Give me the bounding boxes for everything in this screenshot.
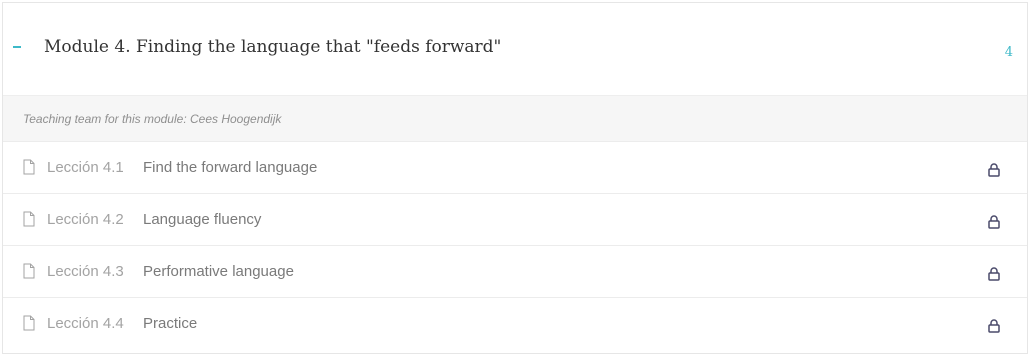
module-header[interactable]: Module 4. Finding the language that "fee…	[3, 3, 1027, 96]
lesson-item-4-3[interactable]: Lección 4.3 Performative language	[3, 246, 1027, 298]
module-section: Module 4. Finding the language that "fee…	[2, 2, 1028, 354]
document-icon	[23, 263, 35, 279]
lesson-title[interactable]: Performative language	[143, 263, 294, 280]
document-icon	[23, 159, 35, 175]
lesson-title[interactable]: Find the forward language	[143, 159, 317, 176]
module-title: Module 4. Finding the language that "fee…	[44, 37, 502, 57]
lesson-number: Lección 4.3	[47, 263, 124, 280]
lesson-number: Lección 4.1	[47, 159, 124, 176]
lock-icon	[988, 163, 1000, 177]
lesson-number: Lección 4.4	[47, 315, 124, 332]
lock-icon	[988, 267, 1000, 281]
lock-icon	[988, 215, 1000, 229]
lesson-number: Lección 4.2	[47, 211, 124, 228]
document-icon	[23, 211, 35, 227]
lesson-item-4-1[interactable]: Lección 4.1 Find the forward language	[3, 142, 1027, 194]
lesson-item-4-2[interactable]: Lección 4.2 Language fluency	[3, 194, 1027, 246]
lesson-title[interactable]: Language fluency	[143, 211, 261, 228]
collapse-toggle-icon[interactable]	[13, 46, 21, 48]
lesson-item-4-4[interactable]: Lección 4.4 Practice	[3, 298, 1027, 350]
module-description: Teaching team for this module: Cees Hoog…	[3, 96, 1027, 142]
lock-icon	[988, 319, 1000, 333]
lesson-title[interactable]: Practice	[143, 315, 197, 332]
document-icon	[23, 315, 35, 331]
teaching-team-text: Teaching team for this module: Cees Hoog…	[23, 111, 282, 126]
lesson-count: 4	[1004, 45, 1013, 60]
